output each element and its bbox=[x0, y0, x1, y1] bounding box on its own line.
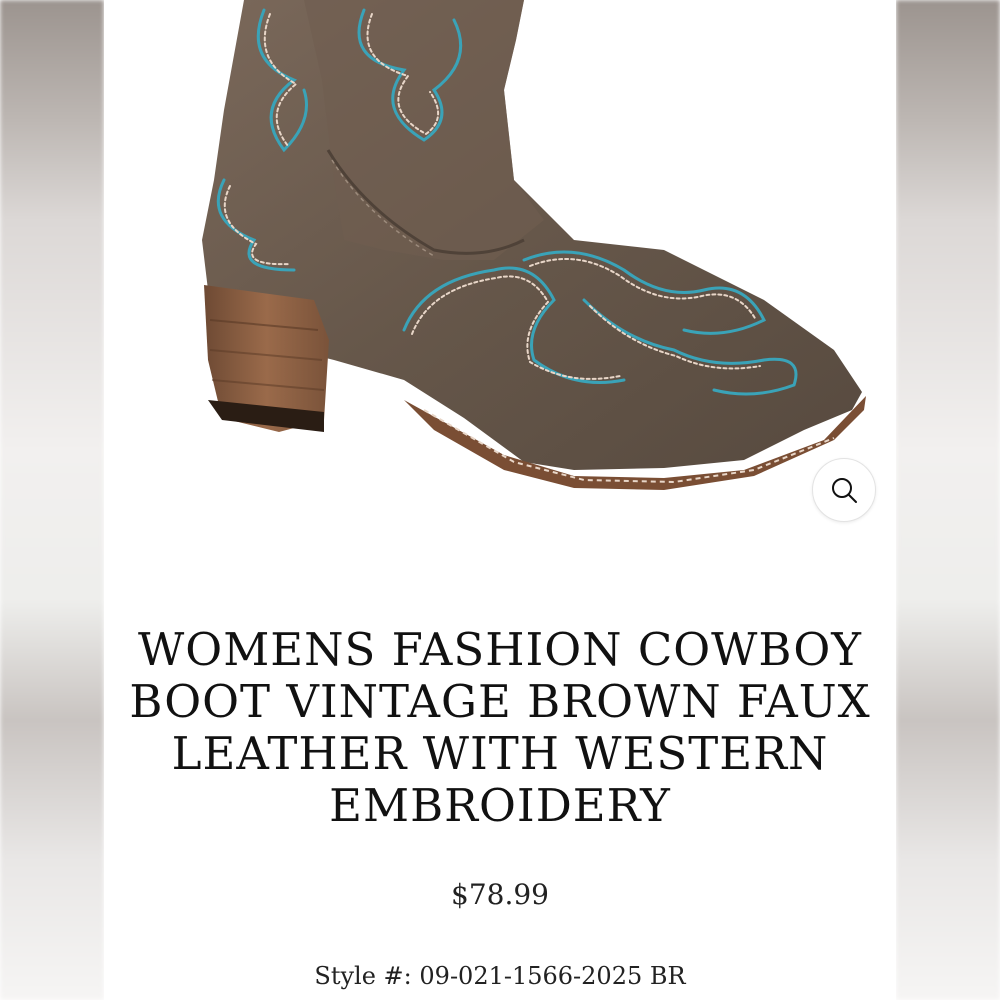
product-image[interactable] bbox=[104, 0, 896, 540]
product-price: $78.99 bbox=[451, 878, 549, 911]
zoom-button[interactable] bbox=[812, 458, 876, 522]
blurred-margin-right bbox=[896, 0, 1000, 1000]
style-number-row: Style #: 09-021-1566-2025 BR bbox=[104, 962, 896, 990]
style-label: Style #: bbox=[314, 962, 412, 990]
product-page: WOMENS FASHION COWBOY BOOT VINTAGE BROWN… bbox=[104, 0, 896, 1000]
style-number: 09-021-1566-2025 BR bbox=[419, 962, 686, 990]
product-title: WOMENS FASHION COWBOY BOOT VINTAGE BROWN… bbox=[129, 623, 871, 832]
magnifier-icon bbox=[832, 478, 857, 503]
cowboy-boot-image bbox=[202, 0, 866, 490]
blurred-margin-left bbox=[0, 0, 104, 1000]
